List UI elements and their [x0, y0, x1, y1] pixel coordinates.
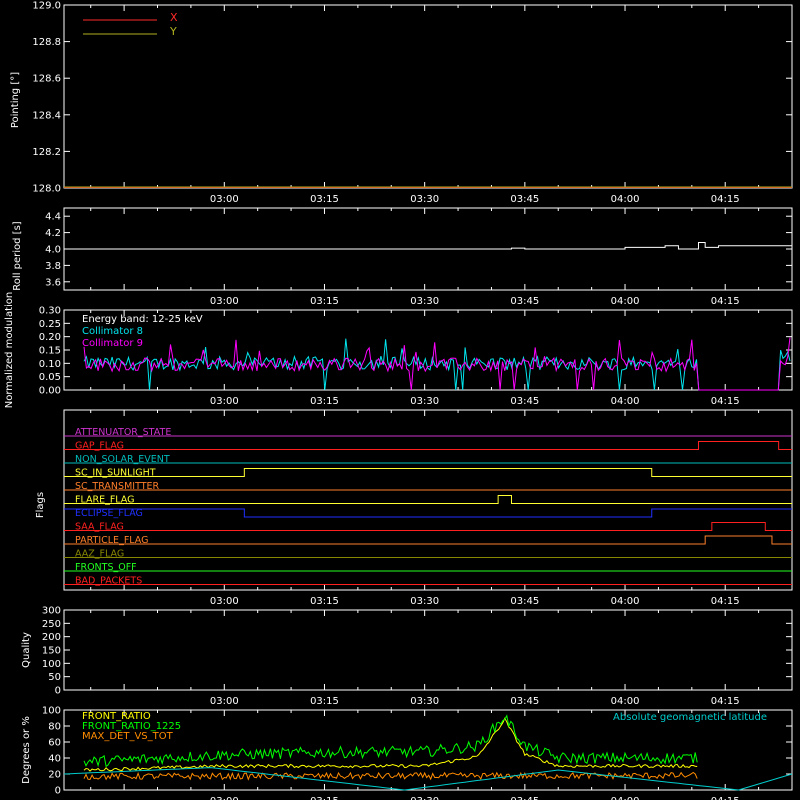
flag-label-sc-transmitter: SC_TRANSMITTER	[75, 481, 160, 492]
chart-background	[0, 0, 800, 800]
pointing-series	[64, 186, 792, 188]
x-tick-label: 04:00	[611, 596, 640, 607]
x-tick-label: 04:00	[611, 396, 640, 407]
pointing-ylabel: Pointing [°]	[10, 72, 21, 128]
y-tick-label: 129.0	[32, 1, 61, 12]
x-tick-label: 04:15	[711, 796, 740, 800]
x-tick-label: 03:00	[210, 596, 239, 607]
y-tick-label: 150	[42, 646, 61, 657]
x-tick-label: 03:00	[210, 194, 239, 205]
x-tick-label: 04:00	[611, 296, 640, 307]
x-tick-label: 03:45	[510, 696, 539, 707]
flag-label-saa-flag: SAA_FLAG	[75, 522, 124, 533]
legend-y-label: Y	[169, 25, 177, 38]
y-tick-label: 4.0	[45, 245, 61, 256]
x-tick-label: 03:15	[310, 596, 339, 607]
y-tick-label: 3.8	[45, 261, 61, 272]
y-tick-label: 20	[48, 770, 61, 781]
y-tick-label: 100	[42, 659, 61, 670]
legend-max-det-vs-tot: MAX_DET_VS_TOT	[82, 731, 174, 742]
y-tick-label: 50	[48, 672, 61, 683]
y-tick-label: 60	[48, 738, 61, 749]
y-tick-label: 0	[55, 786, 61, 797]
x-tick-label: 04:15	[711, 696, 740, 707]
x-tick-label: 03:30	[410, 596, 439, 607]
y-tick-label: 0.00	[39, 386, 61, 397]
flag-label-particle-flag: PARTICLE_FLAG	[75, 535, 148, 546]
x-tick-label: 04:00	[611, 194, 640, 205]
x-tick-label: 03:45	[510, 596, 539, 607]
x-tick-label: 03:45	[510, 396, 539, 407]
x-tick-label: 03:15	[310, 396, 339, 407]
flag-label-gap-flag: GAP_FLAG	[75, 441, 124, 452]
y-tick-label: 250	[42, 619, 61, 630]
x-tick-label: 04:00	[611, 796, 640, 800]
x-tick-label: 03:45	[510, 194, 539, 205]
x-tick-label: 03:30	[410, 194, 439, 205]
legend-collimator-8: Collimator 8	[82, 326, 143, 337]
y-tick-label: 0.30	[39, 306, 61, 317]
y-tick-label: 0	[55, 686, 61, 697]
x-tick-label: 03:00	[210, 696, 239, 707]
y-tick-label: 3.6	[45, 277, 61, 288]
x-tick-label: 03:00	[210, 796, 239, 800]
flag-label-bad-packets: BAD_PACKETS	[75, 576, 142, 587]
x-tick-label: 03:00	[210, 396, 239, 407]
flag-label-eclipse-flag: ECLIPSE_FLAG	[75, 508, 143, 519]
y-tick-label: 4.4	[45, 212, 61, 223]
x-tick-label: 03:15	[310, 696, 339, 707]
y-tick-label: 0.20	[39, 332, 61, 343]
x-tick-label: 04:15	[711, 396, 740, 407]
x-tick-label: 03:15	[310, 296, 339, 307]
flags-ylabel: Flags	[35, 492, 46, 518]
y-tick-label: 0.15	[39, 346, 61, 357]
roll-ylabel: Roll period [s]	[12, 221, 23, 290]
x-tick-label: 04:00	[611, 696, 640, 707]
legend-geomagnetic-latitude: Absolute geomagnetic latitude	[613, 712, 767, 723]
legend-x-label: X	[170, 11, 178, 24]
x-tick-label: 03:30	[410, 796, 439, 800]
y-tick-label: 80	[48, 722, 61, 733]
y-tick-label: 128.8	[32, 37, 61, 48]
x-tick-label: 04:15	[711, 296, 740, 307]
y-tick-label: 0.05	[39, 372, 61, 383]
flag-label-aaz-flag: AAZ_FLAG	[75, 549, 124, 560]
flag-label-non-solar-event: NON_SOLAR_EVENT	[75, 454, 170, 465]
x-tick-label: 04:15	[711, 596, 740, 607]
y-tick-label: 4.2	[45, 228, 61, 239]
y-tick-label: 0.25	[39, 319, 61, 330]
y-tick-label: 200	[42, 632, 61, 643]
y-tick-label: 300	[42, 606, 61, 617]
y-tick-label: 128.4	[32, 110, 61, 121]
y-tick-label: 128.0	[32, 184, 61, 195]
x-tick-label: 03:30	[410, 696, 439, 707]
x-tick-label: 03:30	[410, 396, 439, 407]
x-tick-label: 04:15	[711, 194, 740, 205]
y-tick-label: 0.10	[39, 359, 61, 370]
x-tick-label: 03:15	[310, 194, 339, 205]
flag-label-attenuator-state: ATTENUATOR_STATE	[75, 427, 171, 438]
quality-ylabel: Quality	[21, 632, 32, 668]
modulation-ylabel: Normalized modulation	[4, 292, 15, 409]
y-tick-label: 128.6	[32, 74, 61, 85]
x-tick-label: 03:45	[510, 296, 539, 307]
legend-collimator-9: Collimator 9	[82, 338, 143, 349]
y-tick-label: 128.2	[32, 147, 61, 158]
flag-label-fronts-off: FRONTS_OFF	[75, 562, 137, 573]
legend-energy-band: Energy band: 12-25 keV	[82, 314, 203, 325]
flag-label-sc-in-sunlight: SC_IN_SUNLIGHT	[75, 468, 156, 479]
telemetry-chart-stack: 128.0 128.2 128.4 128.6 128.8 129.0 03:00 03:1…	[0, 0, 800, 800]
y-tick-label: 100	[42, 706, 61, 717]
flag-label-flare-flag: FLARE_FLAG	[75, 495, 135, 506]
x-tick-label: 03:00	[210, 296, 239, 307]
y-tick-label: 40	[48, 754, 61, 765]
ratios-ylabel: Degrees or %	[21, 716, 32, 784]
x-tick-label: 03:15	[310, 796, 339, 800]
x-tick-label: 03:30	[410, 296, 439, 307]
x-tick-label: 03:45	[510, 796, 539, 800]
